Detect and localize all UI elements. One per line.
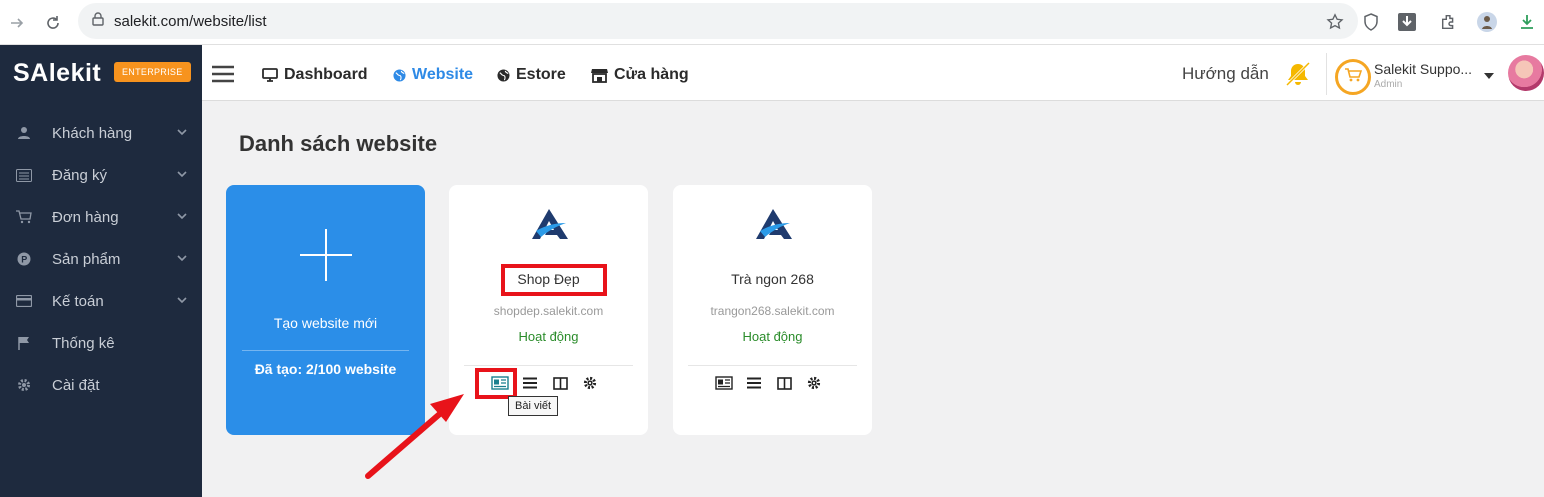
caret-down-icon[interactable]: [1483, 67, 1495, 85]
sidebar-item-label: Thống kê: [52, 334, 115, 352]
list-icon[interactable]: [739, 374, 769, 392]
card-icon: [16, 295, 32, 307]
site-domain[interactable]: trangon268.salekit.com: [673, 304, 872, 318]
sidebar-item-label: Kế toán: [52, 292, 104, 310]
top-nav: Dashboard Website Estore Cửa hàng Hướng …: [202, 45, 1544, 101]
sidebar: SAlekit ENTERPRISE Khách hàng Đăng ký Đơ…: [0, 45, 202, 497]
store-avatar[interactable]: [1335, 59, 1371, 95]
nav-label: Cửa hàng: [614, 66, 689, 83]
monitor-icon: [262, 68, 278, 82]
card-divider: [242, 350, 409, 351]
nav-cua-hang[interactable]: Cửa hàng: [591, 66, 689, 84]
chevron-down-icon: [176, 167, 188, 184]
nav-estore[interactable]: Estore: [497, 66, 566, 84]
gear-icon[interactable]: [799, 374, 829, 392]
annotation-arrow-icon: [360, 390, 470, 487]
browser-toolbar: salekit.com/website/list: [0, 0, 1544, 45]
globe-icon: [393, 68, 406, 82]
layout-icon[interactable]: [545, 374, 575, 392]
sidebar-item-label: Cài đặt: [52, 376, 100, 394]
sidebar-item-ke-toan[interactable]: Kế toán: [0, 283, 202, 319]
site-status: Hoạt động: [518, 329, 579, 344]
card-actions: [709, 374, 829, 392]
sidebar-item-dang-ky[interactable]: Đăng ký: [0, 157, 202, 193]
sidebar-item-cai-dat[interactable]: Cài đặt: [0, 367, 202, 403]
chevron-down-icon: [176, 251, 188, 268]
guide-link[interactable]: Hướng dẫn: [1182, 64, 1269, 84]
nav-website[interactable]: Website: [393, 66, 473, 84]
cart-icon: [1344, 67, 1363, 88]
chevron-down-icon: [176, 209, 188, 226]
svg-text:P: P: [21, 255, 27, 265]
website-count: Đã tạo: 2/100 website: [254, 361, 397, 377]
highlight-box: [501, 264, 607, 296]
chevron-down-icon: [176, 125, 188, 142]
card-divider: [688, 365, 857, 366]
site-domain[interactable]: shopdep.salekit.com: [449, 304, 648, 318]
enterprise-badge: ENTERPRISE: [114, 62, 191, 82]
nav-label: Dashboard: [284, 66, 368, 83]
list-icon[interactable]: [515, 374, 545, 392]
nav-label: Estore: [516, 66, 566, 83]
globe-icon: [497, 68, 510, 82]
sidebar-item-thong-ke[interactable]: Thống kê: [0, 325, 202, 361]
profile-icon[interactable]: [1474, 9, 1500, 35]
user-avatar[interactable]: [1508, 55, 1544, 91]
site-logo-icon: [754, 207, 792, 246]
sidebar-item-khach-hang[interactable]: Khách hàng: [0, 115, 202, 151]
cart-icon: [16, 210, 32, 224]
layout-icon[interactable]: [769, 374, 799, 392]
download-icon[interactable]: [1514, 9, 1540, 35]
create-website-label: Tạo website mới: [273, 315, 378, 331]
extensions-icon[interactable]: [1436, 9, 1462, 35]
site-status: Hoạt động: [742, 329, 803, 344]
hamburger-icon[interactable]: [212, 65, 234, 88]
chevron-down-icon: [176, 293, 188, 310]
forward-icon[interactable]: [4, 10, 30, 36]
flag-icon: [16, 336, 32, 350]
sidebar-item-san-pham[interactable]: P Sản phẩm: [0, 241, 202, 277]
download-box-icon[interactable]: [1394, 9, 1420, 35]
url-text: salekit.com/website/list: [114, 12, 267, 30]
nav-label: Website: [412, 66, 474, 83]
star-icon[interactable]: [1322, 9, 1348, 35]
address-bar[interactable]: salekit.com/website/list: [78, 3, 1358, 39]
user-name[interactable]: Salekit Suppo...: [1374, 61, 1472, 77]
shield-icon[interactable]: [1358, 9, 1384, 35]
list-icon: [16, 168, 32, 182]
sidebar-item-label: Sản phẩm: [52, 250, 121, 268]
plus-icon: [300, 229, 352, 286]
page-title: Danh sách website: [239, 131, 438, 156]
website-card[interactable]: Trà ngon 268 trangon268.salekit.com Hoạt…: [673, 185, 872, 435]
reload-icon[interactable]: [40, 10, 66, 36]
lock-icon: [92, 11, 104, 31]
header-divider: [1326, 53, 1327, 95]
bell-off-icon[interactable]: [1284, 60, 1312, 93]
sidebar-item-label: Đăng ký: [52, 166, 108, 184]
user-role: Admin: [1374, 79, 1403, 90]
card-divider: [464, 365, 633, 366]
sidebar-item-label: Đơn hàng: [52, 208, 119, 226]
user-icon: [16, 126, 32, 140]
gear-icon: [16, 378, 32, 392]
sidebar-item-label: Khách hàng: [52, 124, 133, 142]
articles-icon[interactable]: [709, 374, 739, 392]
tooltip: Bài viết: [508, 396, 559, 416]
highlight-box: [475, 368, 517, 399]
site-name[interactable]: Trà ngon 268: [673, 271, 872, 287]
site-logo-icon: [530, 207, 568, 246]
gear-icon[interactable]: [575, 374, 605, 392]
product-icon: P: [16, 252, 32, 266]
salekit-logo[interactable]: SAlekit: [13, 59, 101, 88]
nav-dashboard[interactable]: Dashboard: [262, 66, 368, 84]
store-icon: [591, 68, 608, 83]
sidebar-item-don-hang[interactable]: Đơn hàng: [0, 199, 202, 235]
